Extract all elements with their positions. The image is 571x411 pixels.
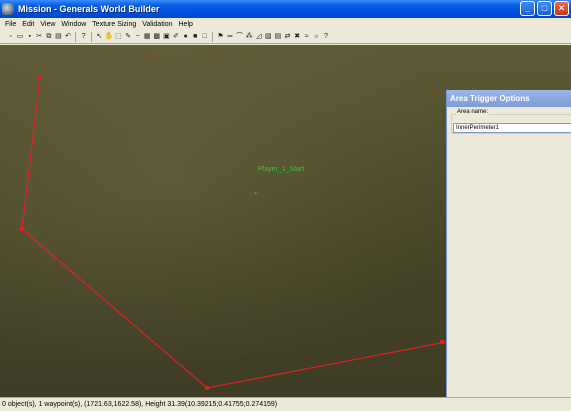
grid-icon[interactable]: ▩ xyxy=(152,32,161,42)
player-start-label[interactable]: Player_1_Start xyxy=(258,166,304,173)
menu-edit[interactable]: Edit xyxy=(19,21,37,28)
empty-square-icon[interactable]: □ xyxy=(200,32,209,42)
smooth-icon[interactable]: ~ xyxy=(133,32,142,42)
title-bar[interactable]: Mission - Generals World Builder _ □ ✕ xyxy=(0,0,571,18)
status-text: 0 object(s), 1 waypoint(s), (1721.63,162… xyxy=(2,401,278,408)
copy-icon[interactable]: ⧉ xyxy=(44,32,53,42)
pointer-icon[interactable]: ↖ xyxy=(95,32,104,42)
app-icon[interactable] xyxy=(2,3,14,15)
menu-validation[interactable]: Validation xyxy=(139,21,175,28)
lighting-icon[interactable]: ☼ xyxy=(312,32,321,42)
trigger-vertex xyxy=(205,386,209,390)
menu-window[interactable]: Window xyxy=(58,21,89,28)
toolbar-separator xyxy=(90,31,93,42)
menu-help[interactable]: Help xyxy=(176,21,196,28)
polygon-icon[interactable]: ◿ xyxy=(254,32,263,42)
flag-icon[interactable]: ⚑ xyxy=(216,32,225,42)
select-area-icon[interactable]: ⬚ xyxy=(114,32,123,42)
panel-title[interactable]: Area Trigger Options xyxy=(447,90,571,107)
filled-square-icon[interactable]: ■ xyxy=(191,32,200,42)
help-icon[interactable]: ? xyxy=(79,32,88,42)
app-window: Mission - Generals World Builder _ □ ✕ F… xyxy=(0,0,571,411)
open-folder-icon[interactable]: ▭ xyxy=(16,32,25,42)
build-list-icon[interactable]: ▤ xyxy=(273,32,282,42)
toolbar-separator xyxy=(75,31,77,42)
checker-icon[interactable]: ▣ xyxy=(162,32,171,42)
trigger-vertex xyxy=(440,340,444,344)
close-button[interactable]: ✕ xyxy=(554,1,569,16)
undo-icon[interactable]: ↶ xyxy=(64,32,73,42)
area-name-label: Area name: xyxy=(456,109,490,115)
maximize-button[interactable]: □ xyxy=(537,1,552,16)
window-controls: _ □ ✕ xyxy=(520,1,569,16)
toolbar-separator xyxy=(211,31,214,42)
area-trigger-panel: Area Trigger Options Area name: InnerPer… xyxy=(446,90,571,397)
trigger-vertex xyxy=(20,227,24,231)
minimize-button[interactable]: _ xyxy=(520,1,535,16)
menu-file[interactable]: File xyxy=(2,21,19,28)
eyedropper-icon[interactable]: ✐ xyxy=(172,32,181,42)
brush-icon[interactable]: ✎ xyxy=(124,32,133,42)
road-icon[interactable]: ═ xyxy=(225,32,234,42)
window-title: Mission - Generals World Builder xyxy=(18,4,160,14)
info-icon[interactable]: ? xyxy=(321,32,330,42)
area-trigger-polygon xyxy=(21,76,447,389)
trigger-vertex xyxy=(38,75,42,79)
menu-texture-sizing[interactable]: Texture Sizing xyxy=(89,21,139,28)
waypoint-marker[interactable]: + xyxy=(254,191,258,197)
links-icon[interactable]: ⇄ xyxy=(283,32,292,42)
waypoint-icon[interactable]: ⁂ xyxy=(245,32,254,42)
hand-icon[interactable]: ✋ xyxy=(104,32,113,42)
paste-icon[interactable]: ▤ xyxy=(54,32,63,42)
cut-icon[interactable]: ✂ xyxy=(35,32,44,42)
toolbar: ▫ ▭ ▪ ✂ ⧉ ▤ ↶? ↖ ✋ ⬚ ✎ ~ ▦ ▩ ▣ ✐ ● ■ □ ⚑ ═ ⌒ ⁂ ◿ ▨ ▤ ⇄ ✖ ≈ ☼? xyxy=(0,30,571,44)
trigger-icon[interactable]: ▨ xyxy=(264,32,273,42)
water-icon[interactable]: ≈ xyxy=(302,32,311,42)
area-name-field[interactable]: InnerPerimeter1 xyxy=(453,123,571,133)
scorch-icon[interactable]: ✖ xyxy=(293,32,302,42)
save-icon[interactable]: ▪ xyxy=(25,32,34,42)
circle-tool-icon[interactable]: ● xyxy=(181,32,190,42)
tile-icon[interactable]: ▦ xyxy=(143,32,152,42)
status-bar: 0 object(s), 1 waypoint(s), (1721.63,162… xyxy=(0,397,571,411)
bridge-icon[interactable]: ⌒ xyxy=(235,32,244,42)
new-file-icon[interactable]: ▫ xyxy=(6,32,15,42)
menu-bar: File Edit View Window Texture Sizing Val… xyxy=(0,18,571,30)
map-boundary-line xyxy=(39,55,447,96)
menu-view[interactable]: View xyxy=(37,21,58,28)
